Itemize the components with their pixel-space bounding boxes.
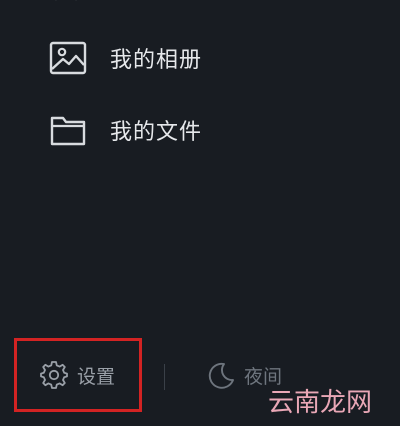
folder-icon (48, 110, 88, 150)
menu-item-label: 我的文件 (110, 120, 203, 145)
watermark: 云南龙网 (268, 388, 373, 418)
menu-item-label: 我的相册 (110, 48, 203, 73)
gear-icon (39, 360, 69, 390)
settings-label: 设置 (77, 365, 116, 388)
settings-button[interactable]: 设置 (14, 338, 142, 412)
partial-menu-icon (52, 0, 88, 9)
moon-icon (206, 360, 236, 390)
divider (164, 364, 165, 390)
menu-item-album[interactable]: 我的相册 (48, 34, 202, 82)
menu-item-files[interactable]: 我的文件 (48, 106, 202, 154)
image-icon (48, 38, 88, 78)
